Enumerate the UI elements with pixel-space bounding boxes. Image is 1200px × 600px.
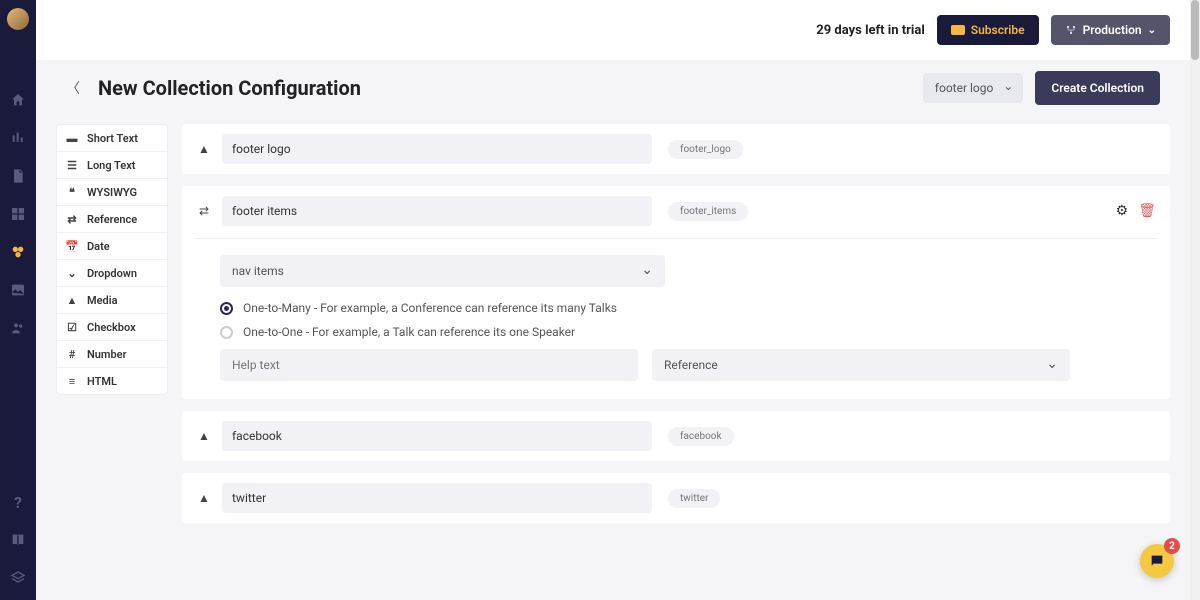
reference-icon: ⇄ <box>196 203 212 219</box>
nav-docs-icon[interactable] <box>10 532 26 548</box>
scrollbar-track[interactable] <box>1190 0 1200 600</box>
field-name-input[interactable] <box>222 134 652 164</box>
display-field-select[interactable]: footer logo <box>923 73 1024 103</box>
chevron-down-icon: ⌄ <box>1148 25 1156 36</box>
field-card: ▲ facebook <box>182 411 1170 461</box>
field-slug-chip: twitter <box>668 489 720 508</box>
reference-collection-select[interactable]: nav items <box>220 255 665 287</box>
subscribe-label: Subscribe <box>971 23 1025 37</box>
chat-notification-badge: 2 <box>1164 538 1180 554</box>
media-icon: ▲ <box>65 293 79 307</box>
workspace-avatar[interactable] <box>7 8 29 30</box>
radio-unselected-icon <box>220 326 233 339</box>
nav-collections-icon[interactable] <box>10 244 26 260</box>
nav-grid-icon[interactable] <box>10 206 26 222</box>
field-card: ▲ footer_logo <box>182 124 1170 174</box>
long-text-icon: ☰ <box>65 158 79 172</box>
field-settings-button[interactable]: ⚙ <box>1116 203 1129 219</box>
content-area: ▬Short Text ☰Long Text ❝WYSIWYG ⇄Referen… <box>36 116 1190 600</box>
field-type-dropdown[interactable]: ⌄Dropdown <box>57 260 167 287</box>
field-config-panel: nav items One-to-Many - For example, a C… <box>196 238 1156 389</box>
environment-switcher[interactable]: Production ⌄ <box>1051 15 1170 45</box>
field-slug-chip: footer_items <box>668 202 748 221</box>
chat-icon <box>1149 553 1165 569</box>
field-delete-button[interactable]: 🗑 <box>1138 203 1156 219</box>
credit-card-icon <box>951 25 965 35</box>
subscribe-button[interactable]: Subscribe <box>937 15 1039 45</box>
field-card-expanded: ⇄ footer_items ⚙ 🗑 nav items One-to-Many… <box>182 186 1170 399</box>
nav-document-icon[interactable] <box>10 168 26 184</box>
reference-icon: ⇄ <box>65 212 79 226</box>
checkbox-icon: ☑ <box>65 320 79 334</box>
nav-layers-icon[interactable] <box>10 570 26 586</box>
nav-help-icon[interactable]: ? <box>10 494 26 510</box>
relation-option-one-to-one[interactable]: One-to-One - For example, a Talk can ref… <box>220 325 1156 339</box>
trial-remaining-text: 29 days left in trial <box>816 23 924 38</box>
field-type-html[interactable]: ≡HTML <box>57 368 167 394</box>
nav-analytics-icon[interactable] <box>10 130 26 146</box>
wysiwyg-icon: ❝ <box>65 185 79 199</box>
media-icon: ▲ <box>196 428 212 444</box>
field-type-select[interactable]: Reference <box>652 349 1070 381</box>
field-type-short-text[interactable]: ▬Short Text <box>57 125 167 152</box>
field-name-input[interactable] <box>222 421 652 451</box>
media-icon: ▲ <box>196 490 212 506</box>
nav-team-icon[interactable] <box>10 320 26 336</box>
short-text-icon: ▬ <box>65 131 79 145</box>
radio-selected-icon <box>220 302 233 315</box>
topbar: 29 days left in trial Subscribe Producti… <box>36 0 1190 60</box>
field-type-media[interactable]: ▲Media <box>57 287 167 314</box>
fields-list: ▲ footer_logo ⇄ footer_items ⚙ 🗑 nav ite… <box>182 124 1170 580</box>
field-type-long-text[interactable]: ☰Long Text <box>57 152 167 179</box>
field-type-checkbox[interactable]: ☑Checkbox <box>57 314 167 341</box>
nav-home-icon[interactable] <box>10 92 26 108</box>
display-field-value: footer logo <box>935 81 994 95</box>
environment-icon <box>1065 24 1077 36</box>
html-icon: ≡ <box>65 374 79 388</box>
left-nav-rail: ? <box>0 0 36 600</box>
field-type-wysiwyg[interactable]: ❝WYSIWYG <box>57 179 167 206</box>
field-type-date[interactable]: 📅Date <box>57 233 167 260</box>
page-header: 〈 New Collection Configuration footer lo… <box>36 60 1190 116</box>
dropdown-icon: ⌄ <box>65 266 79 280</box>
field-type-number[interactable]: #Number <box>57 341 167 368</box>
page-title: New Collection Configuration <box>98 76 361 100</box>
nav-media-icon[interactable] <box>10 282 26 298</box>
date-icon: 📅 <box>65 239 79 253</box>
create-collection-button[interactable]: Create Collection <box>1035 71 1160 105</box>
number-icon: # <box>65 347 79 361</box>
environment-label: Production <box>1083 23 1142 37</box>
field-slug-chip: facebook <box>668 427 734 446</box>
media-icon: ▲ <box>196 141 212 157</box>
field-name-input[interactable] <box>222 196 652 226</box>
field-type-palette: ▬Short Text ☰Long Text ❝WYSIWYG ⇄Referen… <box>56 124 168 395</box>
field-slug-chip: footer_logo <box>668 140 743 159</box>
field-type-value: Reference <box>664 358 718 372</box>
back-button[interactable]: 〈 <box>66 78 80 98</box>
field-type-reference[interactable]: ⇄Reference <box>57 206 167 233</box>
field-name-input[interactable] <box>222 483 652 513</box>
relation-option-one-to-many[interactable]: One-to-Many - For example, a Conference … <box>220 301 1156 315</box>
field-card: ▲ twitter <box>182 473 1170 523</box>
reference-collection-value: nav items <box>232 264 284 278</box>
scrollbar-thumb[interactable] <box>1191 0 1199 60</box>
help-text-input[interactable] <box>220 349 638 381</box>
